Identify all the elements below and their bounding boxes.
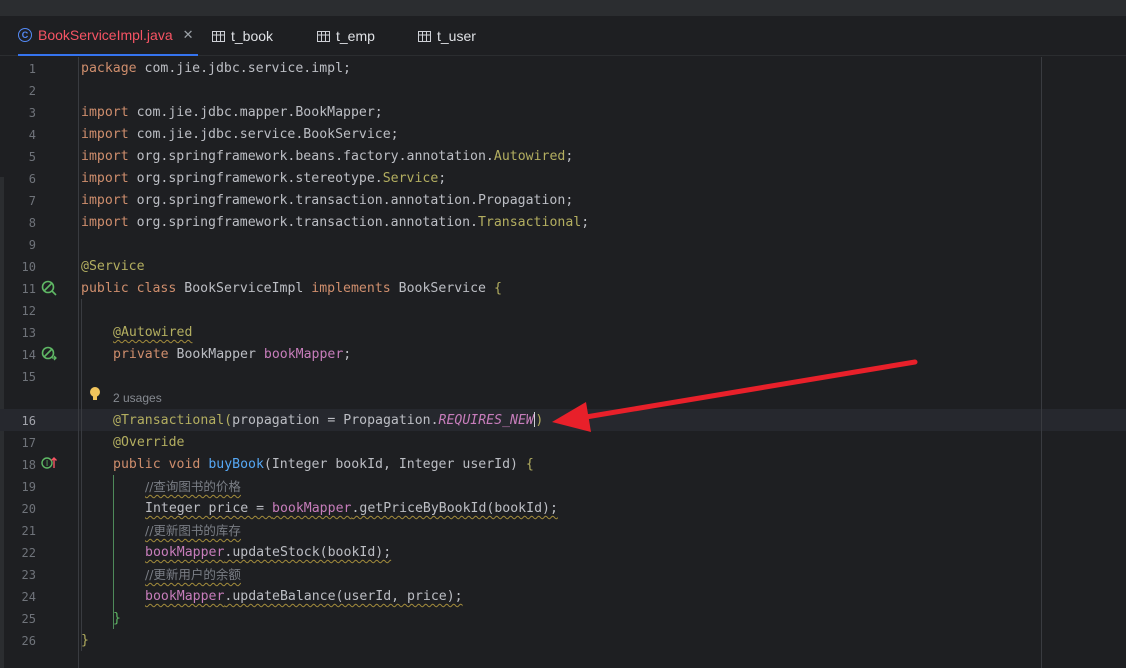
line-number: 6 bbox=[28, 172, 36, 186]
code-line: @Autowired bbox=[113, 325, 193, 340]
code-line: } bbox=[113, 611, 121, 626]
line-number: 16 bbox=[21, 414, 36, 428]
gutter-separator bbox=[78, 57, 79, 668]
tab-label: t_emp bbox=[336, 28, 375, 44]
implements-method-icon[interactable]: I bbox=[41, 455, 57, 471]
line-number: 10 bbox=[21, 260, 36, 274]
code-line: //更新图书的库存 bbox=[145, 523, 241, 538]
tab-t-emp[interactable]: t_emp bbox=[317, 16, 375, 56]
code-line: private BookMapper bookMapper; bbox=[113, 347, 352, 362]
line-number: 24 bbox=[21, 590, 36, 604]
tab-label: t_book bbox=[231, 28, 274, 44]
window-top-strip bbox=[0, 0, 1126, 16]
indent-guide bbox=[113, 475, 114, 629]
indent-guide bbox=[81, 299, 82, 651]
editor-tab-bar: C BookServiceImpl.java ✕ t_book t_emp t_… bbox=[0, 16, 1126, 56]
line-number: 2 bbox=[28, 84, 36, 98]
code-line: import org.springframework.beans.factory… bbox=[81, 149, 574, 164]
line-number: 4 bbox=[28, 128, 36, 142]
table-icon bbox=[418, 30, 431, 42]
code-line: public void buyBook(Integer bookId, Inte… bbox=[113, 457, 534, 472]
line-number: 5 bbox=[28, 150, 36, 164]
code-line: } bbox=[81, 633, 89, 648]
line-number: 1 bbox=[28, 62, 36, 76]
intention-bulb-icon[interactable] bbox=[88, 386, 102, 402]
code-line: bookMapper.updateStock(bookId); bbox=[145, 545, 392, 560]
tab-t-book[interactable]: t_book bbox=[212, 16, 273, 56]
code-line: import org.springframework.transaction.a… bbox=[81, 193, 574, 208]
code-line: @Service bbox=[81, 259, 145, 274]
line-number: 11 bbox=[21, 282, 36, 296]
bean-implementation-icon[interactable] bbox=[41, 280, 57, 296]
close-icon[interactable]: ✕ bbox=[183, 27, 194, 43]
usages-inlay-hint[interactable]: 2 usages bbox=[113, 391, 162, 405]
code-line: import org.springframework.stereotype.Se… bbox=[81, 171, 447, 186]
code-line: bookMapper.updateBalance(userId, price); bbox=[145, 589, 463, 604]
code-line: public class BookServiceImpl implements … bbox=[81, 281, 502, 296]
line-number: 12 bbox=[21, 304, 36, 318]
line-number: 14 bbox=[21, 348, 36, 362]
code-line: package com.jie.jdbc.service.impl; bbox=[81, 61, 351, 76]
line-number: 8 bbox=[28, 216, 36, 230]
line-number: 23 bbox=[21, 568, 36, 582]
tab-label: BookServiceImpl.java bbox=[38, 27, 173, 43]
tab-label: t_user bbox=[437, 28, 476, 44]
line-number: 21 bbox=[21, 524, 36, 538]
svg-text:I: I bbox=[46, 459, 48, 468]
line-number: 7 bbox=[28, 194, 36, 208]
line-number: 13 bbox=[21, 326, 36, 340]
table-icon bbox=[212, 30, 225, 42]
right-margin-guide bbox=[1041, 57, 1042, 668]
code-line: //更新用户的余额 bbox=[145, 567, 241, 582]
code-line: //查询图书的价格 bbox=[145, 479, 241, 494]
line-number: 19 bbox=[21, 480, 36, 494]
line-number: 20 bbox=[21, 502, 36, 516]
code-line: @Override bbox=[113, 435, 185, 450]
code-editor[interactable]: 1 2 3 4 5 6 7 8 9 10 11 12 13 14 15 16 1… bbox=[0, 57, 1126, 668]
code-line: import com.jie.jdbc.service.BookService; bbox=[81, 127, 399, 142]
line-number: 26 bbox=[21, 634, 36, 648]
line-number: 15 bbox=[21, 370, 36, 384]
line-number: 25 bbox=[21, 612, 36, 626]
code-line: import com.jie.jdbc.mapper.BookMapper; bbox=[81, 105, 383, 120]
tab-bookserviceimpl[interactable]: C BookServiceImpl.java ✕ bbox=[18, 16, 198, 56]
line-number: 3 bbox=[28, 106, 36, 120]
line-number: 17 bbox=[21, 436, 36, 450]
tab-t-user[interactable]: t_user bbox=[418, 16, 476, 56]
line-number: 9 bbox=[28, 238, 36, 252]
code-line: import org.springframework.transaction.a… bbox=[81, 215, 590, 230]
table-icon bbox=[317, 30, 330, 42]
line-number: 22 bbox=[21, 546, 36, 560]
code-line: Integer price = bookMapper.getPriceByBoo… bbox=[145, 501, 558, 516]
class-icon: C bbox=[18, 28, 32, 42]
autowired-bean-icon[interactable] bbox=[41, 346, 57, 362]
code-line: @Transactional(propagation = Propagation… bbox=[113, 412, 544, 428]
line-number: 18 bbox=[21, 458, 36, 472]
